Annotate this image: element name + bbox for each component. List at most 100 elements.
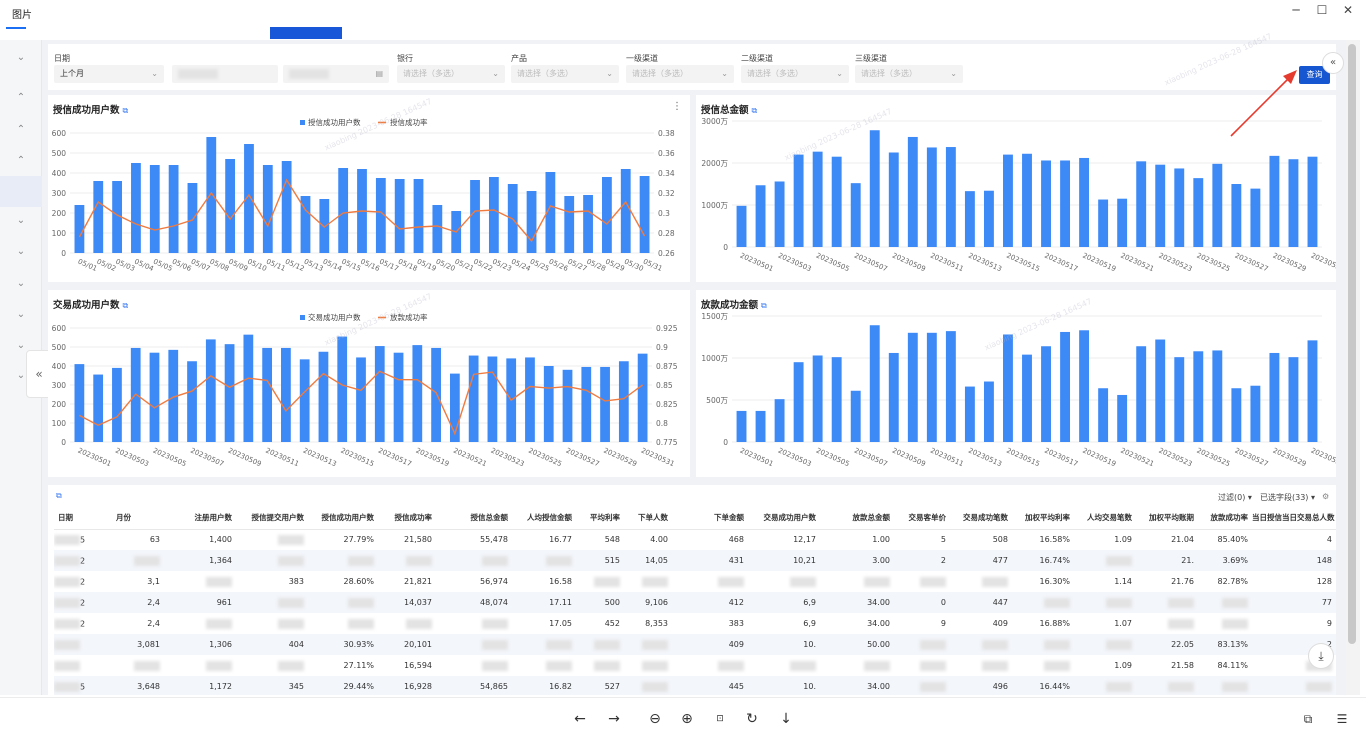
cell-text: 12,17	[793, 535, 816, 545]
cell-text: 409	[992, 619, 1008, 628]
column-header[interactable]: 放款成功率	[1198, 507, 1252, 530]
channel3-select[interactable]: 请选择（多选） ⌄	[855, 65, 963, 83]
download-icon[interactable]: ↓	[776, 709, 796, 729]
chevron-down-icon: ⌄	[836, 69, 843, 78]
x-tick-label: 05/28	[585, 258, 607, 274]
table-row[interactable]: 2 2,4 961 14,037 48,074 17.11 500 9,106 412 6,9 34…	[54, 592, 1336, 613]
bar	[983, 381, 994, 442]
collapse-right-icon[interactable]: «	[1322, 52, 1344, 74]
cell-text: 383	[728, 619, 744, 628]
date-range-select[interactable]: 上个月 ⌄	[54, 65, 164, 83]
chevron-up-icon[interactable]: ⌃	[14, 124, 28, 138]
column-header[interactable]: 月份	[112, 507, 164, 530]
cell-text: 34.00	[867, 598, 890, 607]
column-header[interactable]: 人均交易笔数	[1074, 507, 1136, 530]
bar	[793, 362, 804, 442]
column-header[interactable]: 加权平均利率	[1012, 507, 1074, 530]
chevron-down-icon: ⌄	[950, 69, 957, 78]
cell-text: 10,21	[793, 556, 816, 565]
cell-text: 961	[216, 598, 232, 607]
product-select[interactable]: 请选择（多选） ⌄	[511, 65, 619, 83]
table-cell: 508	[950, 529, 1012, 550]
next-arrow-icon[interactable]: →	[604, 709, 624, 729]
channel2-select[interactable]: 请选择（多选） ⌄	[741, 65, 849, 83]
chevron-down-icon[interactable]: ⌄	[14, 215, 28, 229]
zoom-out-icon[interactable]: ⊖	[645, 709, 665, 729]
table-row[interactable]: 2 2,4 17.05 452 8,353 383 6,9 34.00 9 409 16.88% 1.…	[54, 613, 1336, 634]
chevron-down-icon[interactable]: ⌄	[14, 309, 28, 323]
table-cell: 383	[672, 613, 748, 634]
column-header[interactable]: 当日授信当日交易总人数	[1252, 507, 1336, 530]
column-header[interactable]: 授信总金额	[436, 507, 512, 530]
cell-text: 412	[728, 598, 744, 607]
column-header[interactable]: 加权平均账期	[1136, 507, 1198, 530]
cell-text: 2	[80, 619, 86, 628]
column-header[interactable]: 交易客单价	[894, 507, 950, 530]
table-row[interactable]: 5 63 1,400 27.79% 21,580 55,478 16.77 548 4.00 46…	[54, 529, 1336, 550]
filter-toggle[interactable]: 过滤(0) ▾	[1218, 492, 1252, 503]
cell-text: 16,928	[404, 682, 432, 691]
table-row[interactable]: 3,081 1,306 404 30.93% 20,101 409 10. 50.00 22.0…	[54, 634, 1336, 655]
chevron-up-icon[interactable]: ⌃	[14, 92, 28, 106]
zoom-in-icon[interactable]: ⊕	[677, 709, 697, 729]
maximize-icon[interactable]: ☐	[1312, 3, 1332, 17]
redacted-value	[1168, 681, 1194, 692]
fields-toggle[interactable]: 已选字段(33) ▾	[1260, 492, 1315, 503]
end-date-input[interactable]: ▤	[283, 65, 389, 83]
column-header[interactable]: 交易成功用户数	[748, 507, 820, 530]
screenshot-icon[interactable]: ⧉	[1298, 709, 1318, 729]
x-tick-label: 20230531	[1310, 252, 1336, 274]
table-row[interactable]: 2 1,364 515 14,05 431 10,21 3.00 2 477 16.74% 21. 3…	[54, 550, 1336, 571]
chevron-down-icon[interactable]: ⌄	[14, 278, 28, 292]
chart-credit-users: 0 100 200 300 400 500 600 0.26 0.28 0.3 0.32 0.34 0.…	[52, 117, 675, 274]
table-cell: 409	[672, 634, 748, 655]
cell-text: 3,1	[147, 577, 160, 586]
more-icon[interactable]: ⋮	[672, 101, 682, 112]
x-tick-label: 20230531	[1310, 447, 1336, 469]
copy-icon[interactable]: ⧉	[56, 491, 62, 501]
table-row[interactable]: 5 3,648 1,172 345 29.44% 16,928 54,865 16.82 527…	[54, 676, 1336, 695]
chevron-down-icon[interactable]: ⌄	[14, 52, 28, 66]
active-tab-indicator[interactable]	[270, 27, 342, 39]
column-header[interactable]: 放款总金额	[820, 507, 894, 530]
column-header[interactable]: 授信成功率	[378, 507, 436, 530]
scrollbar-thumb[interactable]	[1348, 44, 1356, 644]
start-date-input[interactable]	[172, 65, 278, 83]
column-header[interactable]: 下单人数	[624, 507, 672, 530]
chevron-up-icon[interactable]: ⌃	[14, 155, 28, 169]
table-body: 5 63 1,400 27.79% 21,580 55,478 16.77 548 4.00 46…	[54, 529, 1336, 695]
redacted-value	[178, 68, 218, 79]
download-icon[interactable]: ⤓	[1308, 643, 1334, 669]
settings-icon[interactable]: ⚙	[1322, 492, 1329, 501]
table-row[interactable]: 27.11% 16,594 1.09 21.58 84.11%	[54, 655, 1336, 676]
column-header[interactable]: 人均授信金额	[512, 507, 576, 530]
x-tick-label: 20230509	[227, 447, 263, 469]
x-tick-label: 20230529	[602, 447, 638, 469]
text-extract-icon[interactable]: ☰	[1332, 709, 1352, 729]
column-header[interactable]: 授信成功用户数	[308, 507, 378, 530]
x-tick-label: 20230519	[1081, 252, 1117, 274]
rail-selected-item[interactable]	[0, 176, 42, 207]
rotate-icon[interactable]: ↻	[742, 709, 762, 729]
column-header[interactable]: 交易成功笔数	[950, 507, 1012, 530]
column-header[interactable]: 授信提交用户数	[236, 507, 308, 530]
cell-text: 54,865	[480, 682, 508, 691]
column-header[interactable]: 平均利率	[576, 507, 624, 530]
close-icon[interactable]: ✕	[1338, 3, 1358, 17]
table-row[interactable]: 2 3,1 383 28.60% 21,821 56,974 16.58 16.30% 1.14…	[54, 571, 1336, 592]
table-cell: 3.69%	[1198, 550, 1252, 571]
channel1-select[interactable]: 请选择（多选） ⌄	[626, 65, 734, 83]
prev-arrow-icon[interactable]: ←	[570, 709, 590, 729]
actual-size-icon[interactable]: ⊡	[710, 709, 730, 729]
bank-select[interactable]: 请选择（多选） ⌄	[397, 65, 505, 83]
column-header[interactable]: 日期	[54, 507, 112, 530]
chevron-down-icon[interactable]: ⌄	[14, 246, 28, 260]
table-cell: 27.11%	[308, 655, 378, 676]
minimize-icon[interactable]: ─	[1286, 3, 1306, 17]
x-tick-label: 20230521	[452, 447, 488, 469]
legend-swatch	[300, 120, 305, 125]
column-header[interactable]: 注册用户数	[164, 507, 236, 530]
bar	[413, 179, 424, 253]
column-header[interactable]: 下单金额	[672, 507, 748, 530]
bar	[1022, 153, 1032, 247]
